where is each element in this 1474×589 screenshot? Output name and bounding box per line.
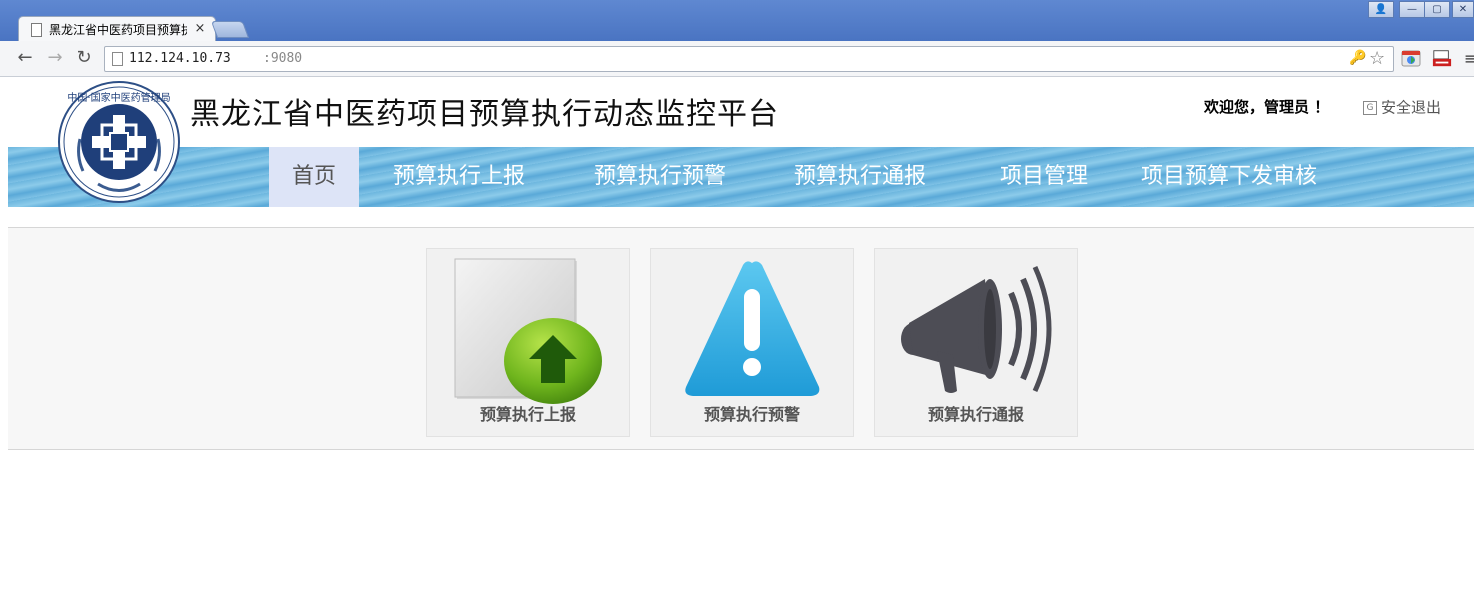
- logo: 中国·国家中医药管理局: [58, 81, 180, 203]
- profile-icon[interactable]: 👤: [1368, 1, 1394, 18]
- card-budget-notice[interactable]: 预算执行通报: [874, 248, 1078, 437]
- card-label: 预算执行上报: [479, 405, 576, 424]
- page-icon: [112, 52, 123, 66]
- logout-icon: G: [1363, 100, 1377, 115]
- nav-item-budget-notice[interactable]: 预算执行通报: [771, 147, 949, 207]
- logo-text: 中国·国家中医药管理局: [67, 91, 170, 104]
- bookmark-star-icon[interactable]: ☆: [1369, 48, 1385, 69]
- logout-label: 安全退出: [1381, 98, 1442, 117]
- megaphone-icon: [901, 265, 1052, 393]
- nav-item-budget-review[interactable]: 项目预算下发审核: [1122, 147, 1336, 207]
- back-icon[interactable]: ←: [14, 47, 36, 69]
- url-host: 112.124.10.73: [129, 51, 231, 66]
- tab-close-icon[interactable]: ×: [193, 21, 207, 37]
- tab-title: 黑龙江省中医药项目预算执: [49, 23, 187, 37]
- minimize-button[interactable]: —: [1399, 1, 1425, 18]
- page-icon: [31, 23, 42, 37]
- browser-tab[interactable]: 黑龙江省中医药项目预算执 ×: [18, 16, 216, 42]
- ie-tab-icon[interactable]: [1432, 48, 1452, 68]
- address-bar[interactable]: 112.124.10.73 :9080 🔑 ☆: [104, 46, 1394, 72]
- nav-item-budget-report[interactable]: 预算执行上报: [370, 147, 548, 207]
- card-label: 预算执行预警: [703, 405, 800, 424]
- chrome-webstore-icon[interactable]: [1401, 48, 1421, 68]
- upload-icon: [454, 258, 602, 404]
- main-nav: 首页 预算执行上报 预算执行预警 预算执行通报 项目管理 项目预算下发审核: [8, 147, 1474, 207]
- card-budget-report[interactable]: 预算执行上报: [426, 248, 630, 437]
- nav-item-project-management[interactable]: 项目管理: [980, 147, 1108, 207]
- url-port: :9080: [263, 51, 303, 66]
- page-title: 黑龙江省中医药项目预算执行动态监控平台: [190, 97, 779, 132]
- card-label: 预算执行通报: [927, 405, 1024, 424]
- maximize-button[interactable]: ▢: [1424, 1, 1450, 18]
- header: 中国·国家中医药管理局 黑龙江省中医药项目预算执行动态监控平台 欢迎您，管理员 …: [8, 77, 1474, 203]
- page: 中国·国家中医药管理局 黑龙江省中医药项目预算执行动态监控平台 欢迎您，管理员 …: [8, 77, 1474, 589]
- logout-link[interactable]: G 安全退出: [1363, 97, 1441, 117]
- menu-icon[interactable]: ≡: [1464, 49, 1474, 68]
- forward-icon[interactable]: →: [44, 47, 66, 69]
- close-window-button[interactable]: ✕: [1452, 1, 1474, 18]
- reload-icon[interactable]: ↻: [73, 47, 95, 69]
- browser-titlebar: 黑龙江省中医药项目预算执 × 👤 — ▢ ✕: [0, 0, 1474, 42]
- content-panel: 预算执行上报 预算执行预警 预算执行通报: [8, 227, 1474, 450]
- new-tab-button[interactable]: [210, 21, 250, 38]
- nav-item-home[interactable]: 首页: [269, 147, 359, 207]
- card-budget-warning[interactable]: 预算执行预警: [650, 248, 854, 437]
- browser-toolbar: ← → ↻ 112.124.10.73 :9080 🔑 ☆ ≡: [0, 41, 1474, 77]
- welcome-text: 欢迎您，管理员 ！: [1204, 98, 1330, 116]
- warning-icon: [685, 261, 820, 396]
- key-icon[interactable]: 🔑: [1349, 50, 1366, 66]
- nav-item-budget-warning[interactable]: 预算执行预警: [571, 147, 749, 207]
